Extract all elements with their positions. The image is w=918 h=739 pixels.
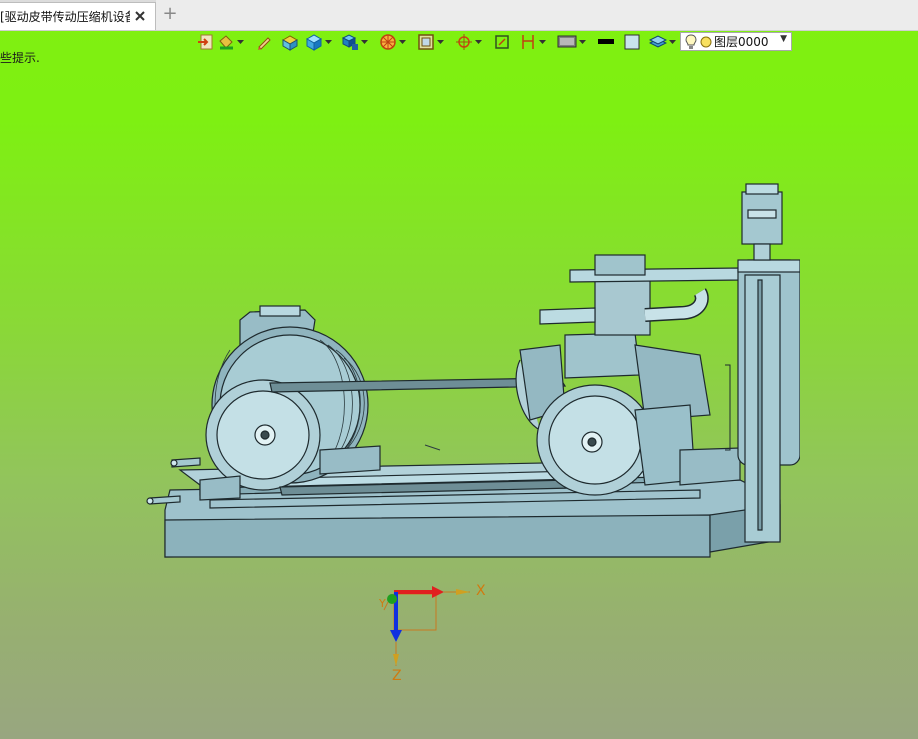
chevron-down-icon[interactable] (325, 32, 332, 52)
compressor-model[interactable] (140, 180, 800, 560)
chevron-down-icon[interactable] (579, 32, 586, 52)
paint-bucket-icon[interactable] (217, 32, 235, 52)
y-axis-label: Y (379, 597, 386, 610)
chevron-down-icon[interactable] (669, 32, 676, 52)
render-mode-icon[interactable] (379, 32, 397, 52)
tab-bar: [驱动皮带传动压缩机设备] + (0, 0, 918, 31)
display-icon[interactable] (557, 32, 577, 52)
fill-color-swatch[interactable] (623, 32, 641, 52)
layer-color-dot-icon (700, 36, 712, 48)
z-axis-label: Z (392, 668, 402, 684)
snap-target-icon[interactable] (455, 32, 473, 52)
chevron-down-icon[interactable] (399, 32, 406, 52)
box-highlight-icon[interactable] (281, 32, 299, 52)
import-icon[interactable] (197, 32, 215, 52)
axis-triad: X Z Y (370, 580, 490, 694)
layer-select[interactable]: 图层0000 ▼ (680, 32, 792, 51)
axis-graphic (383, 586, 470, 666)
dimension-icon[interactable] (519, 32, 537, 52)
chevron-down-icon[interactable] (237, 32, 244, 52)
close-icon[interactable] (133, 8, 147, 22)
chevron-down-icon[interactable]: ▼ (780, 34, 787, 44)
lightbulb-icon[interactable] (685, 33, 697, 50)
cube-icon[interactable] (305, 32, 323, 52)
fit-view-icon[interactable] (493, 32, 511, 52)
layer-stack-icon[interactable] (649, 32, 667, 52)
new-tab-button[interactable]: + (161, 5, 179, 23)
x-axis-label: X (476, 583, 486, 599)
document-tab[interactable]: [驱动皮带传动压缩机设备] (0, 2, 156, 30)
line-color-swatch[interactable] (597, 32, 615, 52)
chevron-down-icon[interactable] (539, 32, 546, 52)
view-toolbar (197, 32, 679, 52)
hint-text: 些提示. (0, 51, 40, 65)
cube-stack-icon[interactable] (341, 32, 359, 52)
document-tab-title: [驱动皮带传动压缩机设备] (0, 10, 130, 24)
chevron-down-icon[interactable] (437, 32, 444, 52)
pencil-icon[interactable] (255, 32, 273, 52)
frame-icon[interactable] (417, 32, 435, 52)
layer-name: 图层0000 (714, 35, 769, 49)
chevron-down-icon[interactable] (361, 32, 368, 52)
chevron-down-icon[interactable] (475, 32, 482, 52)
